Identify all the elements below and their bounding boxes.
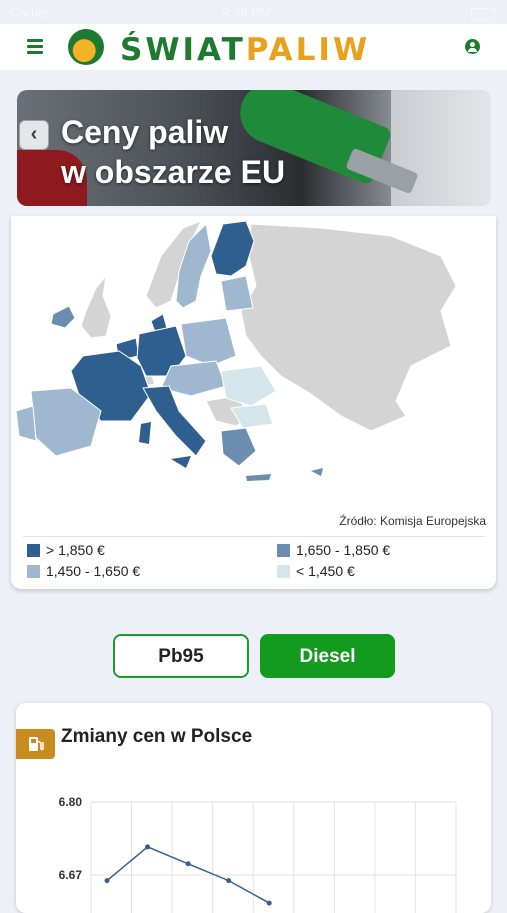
data-point: [266, 900, 272, 906]
legend-swatch: [277, 544, 290, 557]
fuel-drop-icon: [68, 29, 104, 65]
hamburger-menu-icon[interactable]: [27, 39, 43, 54]
pb95-tab-button[interactable]: Pb95: [113, 634, 249, 678]
map-region-italy: [142, 385, 207, 457]
data-point: [145, 844, 151, 850]
map-region-ireland: [50, 305, 76, 329]
price-line-chart: 6.80 6.67: [59, 795, 457, 913]
legend-item-1450-1650: 1,450 - 1,650 €: [27, 563, 140, 579]
data-point: [185, 861, 191, 867]
app-header: ŚWIATPALIW: [0, 24, 507, 70]
map-region-no-data: [240, 223, 457, 432]
map-region-greece: [220, 427, 257, 467]
status-bar: Carrier 9:38 PM: [0, 0, 507, 26]
map-region-sicily: [171, 456, 191, 468]
back-button[interactable]: ‹: [19, 120, 49, 150]
map-region-baltics: [220, 275, 254, 312]
user-account-icon[interactable]: [465, 39, 480, 54]
data-point: [104, 878, 110, 884]
map-region-finland: [210, 220, 255, 277]
legend-item-below-1450: < 1,450 €: [277, 563, 355, 579]
carrier-label: Carrier: [10, 5, 50, 20]
y-tick-label: 6.80: [59, 795, 83, 809]
map-source-note: Źródło: Komisja Europejska: [339, 514, 486, 528]
diesel-tab-button[interactable]: Diesel: [260, 634, 395, 678]
data-point: [226, 878, 232, 884]
legend-item-1650-1850: 1,650 - 1,850 €: [277, 542, 390, 558]
map-region-sardinia: [139, 422, 151, 444]
price-changes-chart-card: Zmiany cen w Polsce 6.80 6.67: [16, 703, 491, 913]
map-region-poland: [180, 317, 237, 367]
map-region-portugal: [15, 405, 37, 442]
map-region-uk: [80, 274, 112, 339]
legend-swatch: [27, 544, 40, 557]
map-region-cyprus: [311, 468, 323, 476]
battery-icon: [471, 8, 495, 20]
legend-divider: [23, 536, 485, 537]
map-region-crete: [246, 474, 271, 481]
swiat-paliw-logo: ŚWIATPALIW: [68, 27, 448, 68]
y-tick-label: 6.67: [59, 868, 83, 882]
eu-fuel-price-map-card: Źródło: Komisja Europejska > 1,850 € 1,6…: [11, 216, 496, 589]
logo-wordmark: ŚWIATPALIW: [120, 32, 371, 68]
europe-price-map: [15, 220, 457, 481]
legend-swatch: [277, 565, 290, 578]
page-title: Ceny paliw w obszarze EU: [61, 114, 286, 190]
clock: 9:38 PM: [222, 5, 271, 20]
legend-swatch: [27, 565, 40, 578]
legend-item-above-1850: > 1,850 €: [27, 542, 105, 558]
hero-banner: ‹ Ceny paliw w obszarze EU: [17, 90, 491, 206]
